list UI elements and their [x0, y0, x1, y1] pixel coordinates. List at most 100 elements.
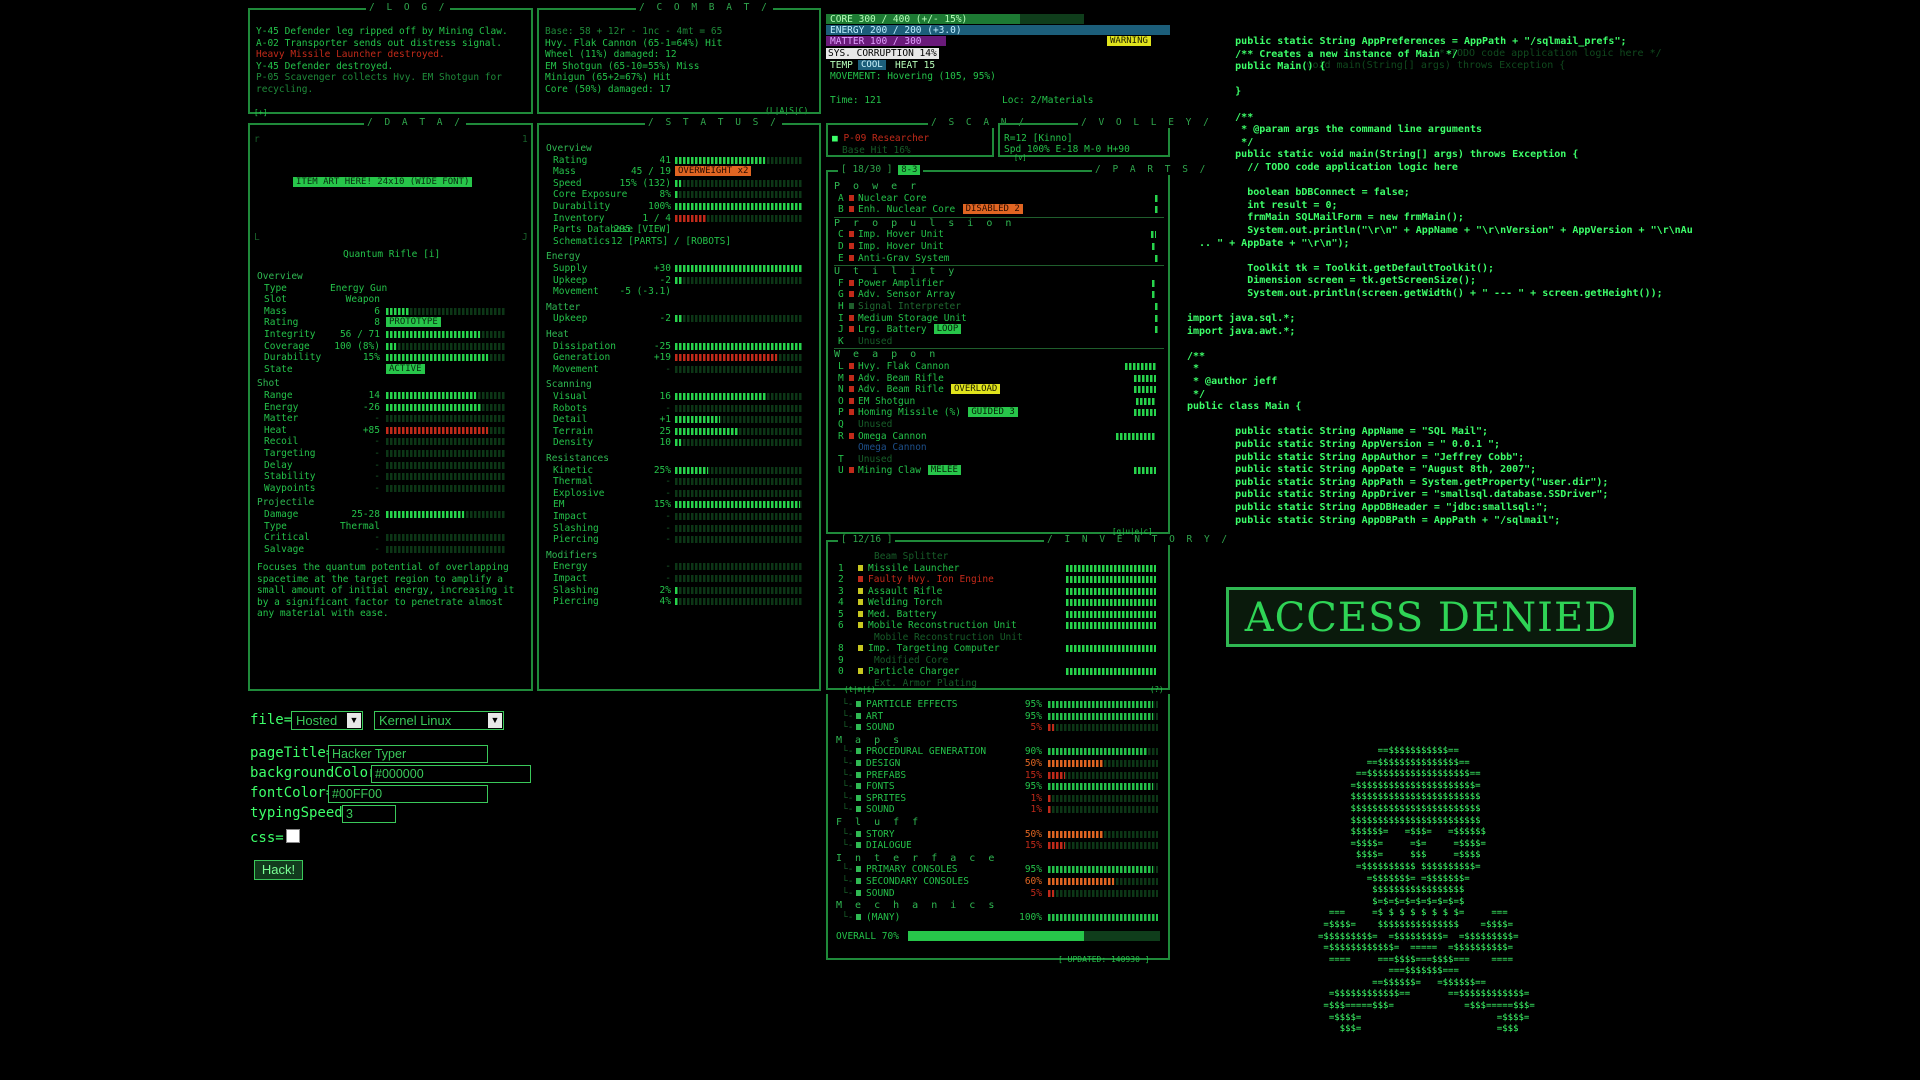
inventory-key[interactable]: 3 [838, 586, 844, 597]
part-name[interactable]: Enh. Nuclear Core [858, 205, 955, 215]
item-name[interactable]: Quantum Rifle [i] [343, 250, 440, 260]
part-name[interactable]: Lrg. Battery [858, 325, 927, 335]
part-key[interactable]: D [838, 242, 844, 252]
part-key[interactable]: C [838, 230, 844, 240]
inventory-item-name[interactable]: Mobile Reconstruction Unit [874, 632, 1023, 643]
part-integrity-bar [1133, 386, 1156, 394]
part-key[interactable]: G [838, 290, 844, 300]
log-expand[interactable]: [+] [254, 109, 268, 117]
inventory-controls[interactable]: (t|m|i) [844, 686, 876, 694]
part-name[interactable]: Power Amplifier [858, 279, 944, 289]
part-key[interactable]: O [838, 397, 844, 407]
part-key[interactable]: M [838, 374, 844, 384]
typing-speed-input[interactable]: 3 [342, 805, 396, 823]
description-line: spacetime at the target region to amplif… [257, 573, 503, 585]
part-name[interactable]: Mining Claw [858, 466, 921, 476]
part-name[interactable]: Unused [858, 420, 892, 430]
part-name[interactable]: Adv. Sensor Array [858, 290, 955, 300]
part-key[interactable]: B [838, 205, 844, 215]
progress-item-name: SPRITES [866, 792, 907, 804]
progress-item-name: PRIMARY CONSOLES [866, 864, 958, 876]
code-line: public Main() { [1187, 61, 1326, 73]
code-line: * @param args the command line arguments [1187, 124, 1483, 136]
part-status-marker [849, 397, 854, 404]
page-title-input[interactable]: Hacker Typer [328, 745, 488, 763]
stat-value: Energy Gun [330, 282, 388, 294]
part-key[interactable]: E [838, 254, 844, 264]
part-name[interactable]: Anti-Grav System [858, 254, 950, 264]
tree-branch: └- [842, 781, 854, 793]
inventory-item-name[interactable]: Missile Launcher [868, 563, 960, 574]
volley-toggle[interactable]: [v] [1014, 155, 1027, 162]
file-select[interactable]: Hosted ▼ [291, 711, 363, 730]
inventory-item-name[interactable]: Faulty Hvy. Ion Engine [868, 575, 994, 585]
font-color-input[interactable]: #00FF00 [328, 785, 488, 803]
sys-corruption: SYS. CORRUPTION 14% [826, 48, 939, 59]
part-key[interactable]: H [838, 302, 844, 312]
inventory-key[interactable]: 5 [838, 609, 844, 620]
part-name[interactable]: Imp. Hover Unit [858, 242, 944, 252]
inventory-key[interactable]: 6 [838, 621, 844, 631]
part-key[interactable]: Q [838, 420, 844, 430]
part-key[interactable]: I [838, 314, 844, 324]
inventory-key[interactable]: 4 [838, 598, 844, 608]
part-name[interactable]: EM Shotgun [858, 397, 915, 407]
part-name[interactable]: Imp. Hover Unit [858, 230, 944, 240]
stat-label: Rating [264, 317, 299, 329]
css-checkbox[interactable] [286, 829, 300, 843]
part-name[interactable]: Omega Cannon [858, 432, 927, 442]
part-status-marker [849, 467, 854, 474]
part-name[interactable]: Homing Missile (%) [858, 408, 961, 418]
inventory-item-name[interactable]: Welding Torch [868, 598, 942, 608]
stat-bar-track [675, 586, 803, 594]
temp-label: TEMP [830, 60, 853, 71]
inventory-item-name[interactable]: Modified Core [874, 655, 948, 666]
progress-marker [856, 724, 861, 731]
inventory-marker [858, 610, 863, 617]
progress-marker [856, 760, 861, 766]
stat-label: Durability [264, 352, 322, 364]
part-name[interactable]: Unused [858, 455, 892, 465]
hack-button[interactable]: Hack! [254, 860, 303, 880]
inventory-item-name[interactable]: Mobile Reconstruction Unit [868, 621, 1017, 631]
inventory-item-name[interactable]: Particle Charger [868, 667, 960, 677]
kernel-select[interactable]: Kernel Linux ▼ [374, 711, 504, 730]
inventory-item-name[interactable]: Imp. Targeting Computer [868, 644, 1000, 654]
part-key[interactable]: K [838, 337, 844, 347]
progress-marker [856, 866, 861, 873]
inventory-key[interactable]: 0 [838, 667, 844, 677]
part-name[interactable]: Nuclear Core [858, 194, 927, 204]
stat-label: Waypoints [264, 482, 316, 494]
part-key[interactable]: P [838, 408, 844, 418]
part-key[interactable]: N [838, 385, 844, 395]
part-key[interactable]: T [838, 455, 844, 465]
background-color-input[interactable]: #000000 [371, 765, 531, 783]
stat-value: - [374, 532, 380, 544]
part-name[interactable]: Unused [858, 337, 892, 347]
stat-bar-track [675, 404, 803, 412]
overall-value: 70% [881, 931, 899, 942]
part-name[interactable]: Omega Cannon [858, 443, 927, 453]
part-status-marker [849, 291, 854, 298]
inventory-key[interactable]: 8 [838, 644, 844, 654]
part-name[interactable]: Adv. Beam Rifle [858, 385, 944, 395]
inventory-key[interactable]: 2 [838, 575, 844, 585]
inventory-key[interactable]: 1 [838, 563, 844, 574]
part-key[interactable]: A [838, 194, 844, 204]
inventory-item-name[interactable]: Beam Splitter [874, 552, 948, 562]
part-name[interactable]: Signal Interpreter [858, 302, 961, 312]
part-key[interactable]: J [838, 325, 844, 335]
inventory-item-name[interactable]: Ext. Armor Plating [874, 678, 977, 689]
part-key[interactable]: U [838, 466, 844, 476]
progress-marker [856, 794, 861, 801]
inventory-key[interactable]: 9 [838, 655, 844, 666]
inventory-item-name[interactable]: Med. Battery [868, 609, 937, 620]
part-name[interactable]: Medium Storage Unit [858, 314, 967, 324]
part-key[interactable]: R [838, 432, 844, 442]
inventory-item-name[interactable]: Assault Rifle [868, 586, 942, 597]
part-name[interactable]: Adv. Beam Rifle [858, 374, 944, 384]
part-key[interactable]: F [838, 279, 844, 289]
inventory-help[interactable]: (?) [1150, 686, 1164, 694]
part-name[interactable]: Hvy. Flak Cannon [858, 362, 950, 372]
part-key[interactable]: L [838, 362, 844, 372]
